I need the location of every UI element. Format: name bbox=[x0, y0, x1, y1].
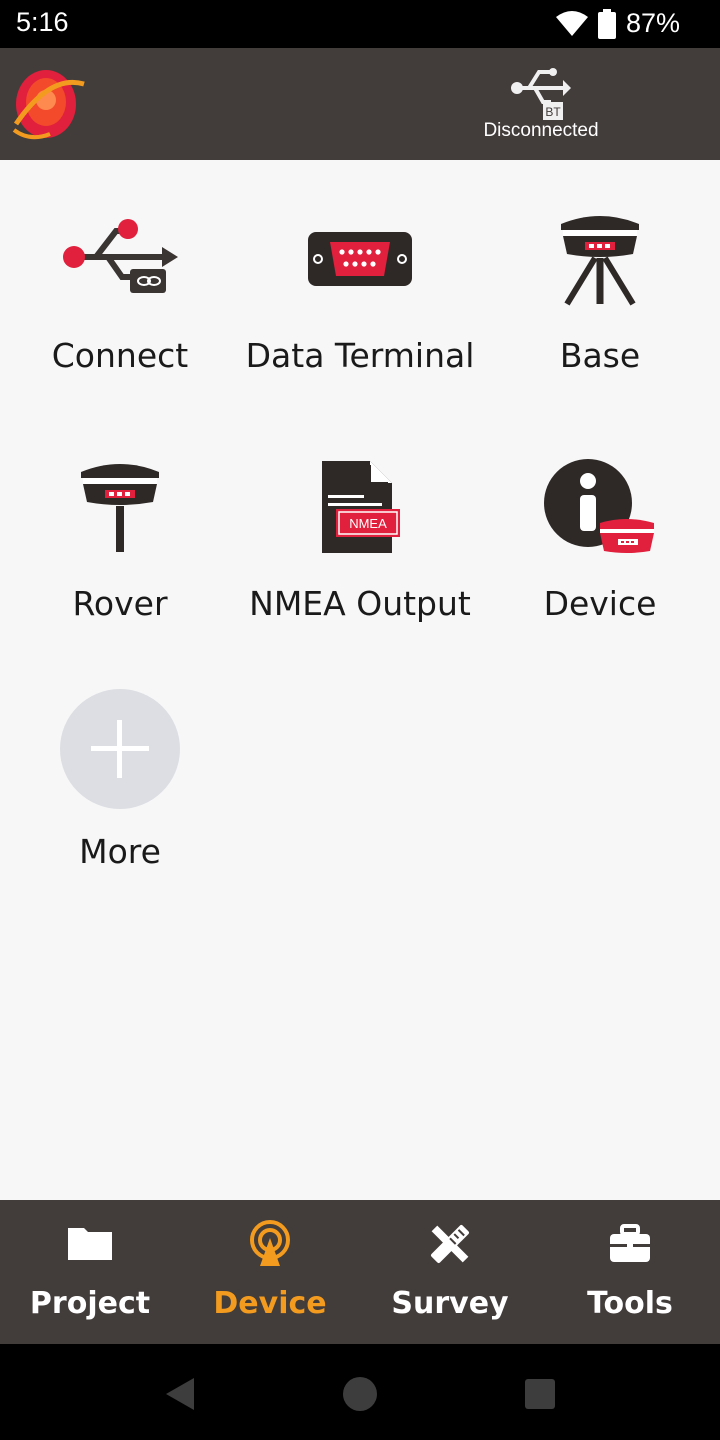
nav-project[interactable]: Project bbox=[0, 1200, 180, 1344]
status-bar: 5:16 87% bbox=[0, 0, 720, 48]
survey-tools-icon bbox=[431, 1225, 469, 1263]
nav-device-label: Device bbox=[213, 1286, 327, 1321]
base-label: Base bbox=[559, 336, 641, 375]
system-navigation-bar bbox=[0, 1344, 720, 1440]
device-info-icon bbox=[544, 459, 654, 553]
connect-label: Connect bbox=[51, 336, 189, 375]
status-time: 5:16 bbox=[16, 7, 69, 37]
rover-label: Rover bbox=[72, 584, 168, 623]
connection-status-label: Disconnected bbox=[483, 120, 599, 141]
nav-device[interactable]: Device bbox=[180, 1200, 360, 1344]
rover-receiver-icon bbox=[81, 464, 159, 552]
base-receiver-icon bbox=[561, 216, 639, 306]
app-bar: BT Disconnected bbox=[0, 48, 720, 160]
back-icon[interactable] bbox=[160, 1374, 200, 1414]
antenna-icon bbox=[250, 1220, 290, 1266]
bt-badge: BT bbox=[545, 105, 561, 119]
nav-project-label: Project bbox=[29, 1286, 151, 1321]
recents-icon[interactable] bbox=[520, 1374, 560, 1414]
connection-status-button[interactable]: BT Disconnected bbox=[470, 58, 612, 150]
more-item[interactable]: More bbox=[0, 656, 240, 904]
connect-item[interactable]: Connect bbox=[0, 160, 240, 408]
data-terminal-label: Data Terminal bbox=[245, 336, 475, 375]
usb-connect-icon bbox=[63, 219, 178, 293]
folder-icon bbox=[68, 1228, 112, 1260]
status-indicators: 87% bbox=[555, 8, 680, 39]
nmea-output-item[interactable]: NMEA NMEA Output bbox=[240, 408, 480, 656]
toolbox-icon bbox=[610, 1224, 650, 1262]
wifi-icon bbox=[555, 10, 588, 36]
serial-port-icon bbox=[308, 232, 412, 286]
nmea-badge: NMEA bbox=[349, 516, 387, 531]
base-item[interactable]: Base bbox=[480, 160, 720, 408]
nmea-output-label: NMEA Output bbox=[249, 584, 471, 623]
device-menu-grid: Connect Data Terminal Base Rover NMEA NM… bbox=[0, 160, 720, 1200]
rover-item[interactable]: Rover bbox=[0, 408, 240, 656]
nav-survey-label: Survey bbox=[391, 1286, 509, 1321]
device-info-item[interactable]: Device bbox=[480, 408, 720, 656]
nav-tools[interactable]: Tools bbox=[540, 1200, 720, 1344]
home-icon[interactable] bbox=[340, 1374, 380, 1414]
bottom-navigation: Project Device Survey Tools bbox=[0, 1200, 720, 1344]
plus-icon bbox=[60, 689, 180, 809]
battery-icon bbox=[597, 8, 616, 39]
usb-bluetooth-icon: BT bbox=[511, 68, 571, 120]
battery-percentage: 87% bbox=[625, 8, 680, 38]
app-logo-icon bbox=[12, 70, 85, 140]
nav-tools-label: Tools bbox=[587, 1286, 673, 1321]
more-label: More bbox=[79, 832, 161, 871]
device-info-label: Device bbox=[543, 584, 657, 623]
data-terminal-item[interactable]: Data Terminal bbox=[240, 160, 480, 408]
nav-survey[interactable]: Survey bbox=[360, 1200, 540, 1344]
nmea-document-icon: NMEA bbox=[322, 461, 400, 553]
